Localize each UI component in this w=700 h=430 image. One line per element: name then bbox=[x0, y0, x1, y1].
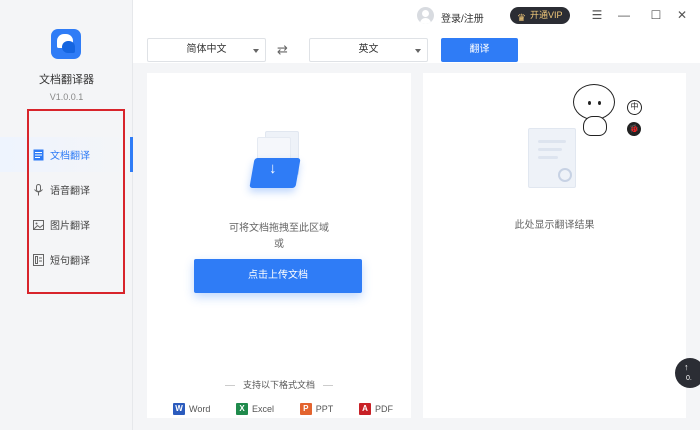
source-language-select[interactable]: 简体中文 bbox=[147, 38, 266, 62]
format-label: PDF bbox=[374, 404, 393, 414]
translate-button[interactable]: 翻译 bbox=[441, 38, 518, 62]
format-item-excel: X Excel bbox=[236, 403, 274, 415]
mascot-illustration: 中 🐞 bbox=[571, 80, 646, 140]
app-logo-icon bbox=[51, 29, 81, 59]
maximize-button[interactable]: ☐ bbox=[647, 6, 665, 24]
chinese-sign-icon: 中 bbox=[627, 100, 642, 115]
format-label: PPT bbox=[315, 404, 334, 414]
format-label: Word bbox=[189, 404, 211, 414]
format-item-pdf: A PDF bbox=[358, 403, 393, 415]
top-bar: 登录/注册 ♛ 开通VIP ☰ — ☐ ✕ bbox=[133, 0, 700, 32]
target-language-value: 英文 bbox=[358, 44, 379, 55]
upload-panel[interactable]: ↓ 可将文档拖拽至此区域 或 点击上传文档 支持以下格式文档 W Word X … bbox=[147, 73, 411, 418]
crown-icon: ♛ bbox=[517, 13, 526, 24]
or-text: 或 bbox=[274, 239, 284, 250]
drop-hint: 可将文档拖拽至此区域 bbox=[229, 223, 329, 234]
chevron-down-icon bbox=[253, 49, 259, 53]
vip-button[interactable]: ♛ 开通VIP bbox=[510, 7, 570, 24]
document-upload-icon: ↓ bbox=[247, 131, 311, 195]
login-link[interactable]: 登录/注册 bbox=[441, 10, 484, 25]
pdf-icon: A bbox=[358, 403, 371, 415]
upload-button[interactable]: 点击上传文档 bbox=[194, 259, 362, 293]
close-button[interactable]: ✕ bbox=[673, 6, 691, 24]
ppt-icon: P bbox=[299, 403, 312, 415]
sidebar: 文档翻译器 V1.0.0.1 文档翻译 语音翻译 图片翻译 短句翻译 bbox=[0, 0, 133, 430]
minimize-button[interactable]: — bbox=[615, 6, 633, 24]
format-item-ppt: P PPT bbox=[299, 403, 334, 415]
arrow-up-icon: ↑ bbox=[684, 362, 689, 372]
speed-value: 0. bbox=[686, 375, 692, 382]
format-item-word: W Word bbox=[173, 403, 210, 415]
swap-languages-icon[interactable]: ⇄ bbox=[277, 42, 288, 58]
format-list: W Word X Excel P PPT A PDF bbox=[173, 403, 393, 415]
menu-button[interactable]: ☰ bbox=[588, 6, 606, 24]
avatar[interactable] bbox=[417, 7, 434, 24]
excel-icon: X bbox=[236, 403, 249, 415]
result-placeholder: 此处显示翻译结果 bbox=[514, 220, 595, 231]
floating-speed-button[interactable]: ↑ 0. bbox=[675, 358, 700, 388]
word-icon: W bbox=[173, 403, 185, 415]
highlight-box bbox=[27, 109, 125, 294]
target-language-select[interactable]: 英文 bbox=[309, 38, 428, 62]
app-version: V1.0.0.1 bbox=[49, 92, 84, 102]
source-language-value: 简体中文 bbox=[186, 44, 227, 55]
vip-label: 开通VIP bbox=[530, 10, 563, 20]
app-name: 文档翻译器 bbox=[39, 74, 94, 86]
formats-title: 支持以下格式文档 bbox=[147, 378, 411, 391]
format-label: Excel bbox=[252, 404, 275, 414]
bug-sign-icon: 🐞 bbox=[627, 122, 641, 136]
result-panel: 此处显示翻译结果 bbox=[423, 73, 686, 418]
chevron-down-icon bbox=[415, 49, 421, 53]
